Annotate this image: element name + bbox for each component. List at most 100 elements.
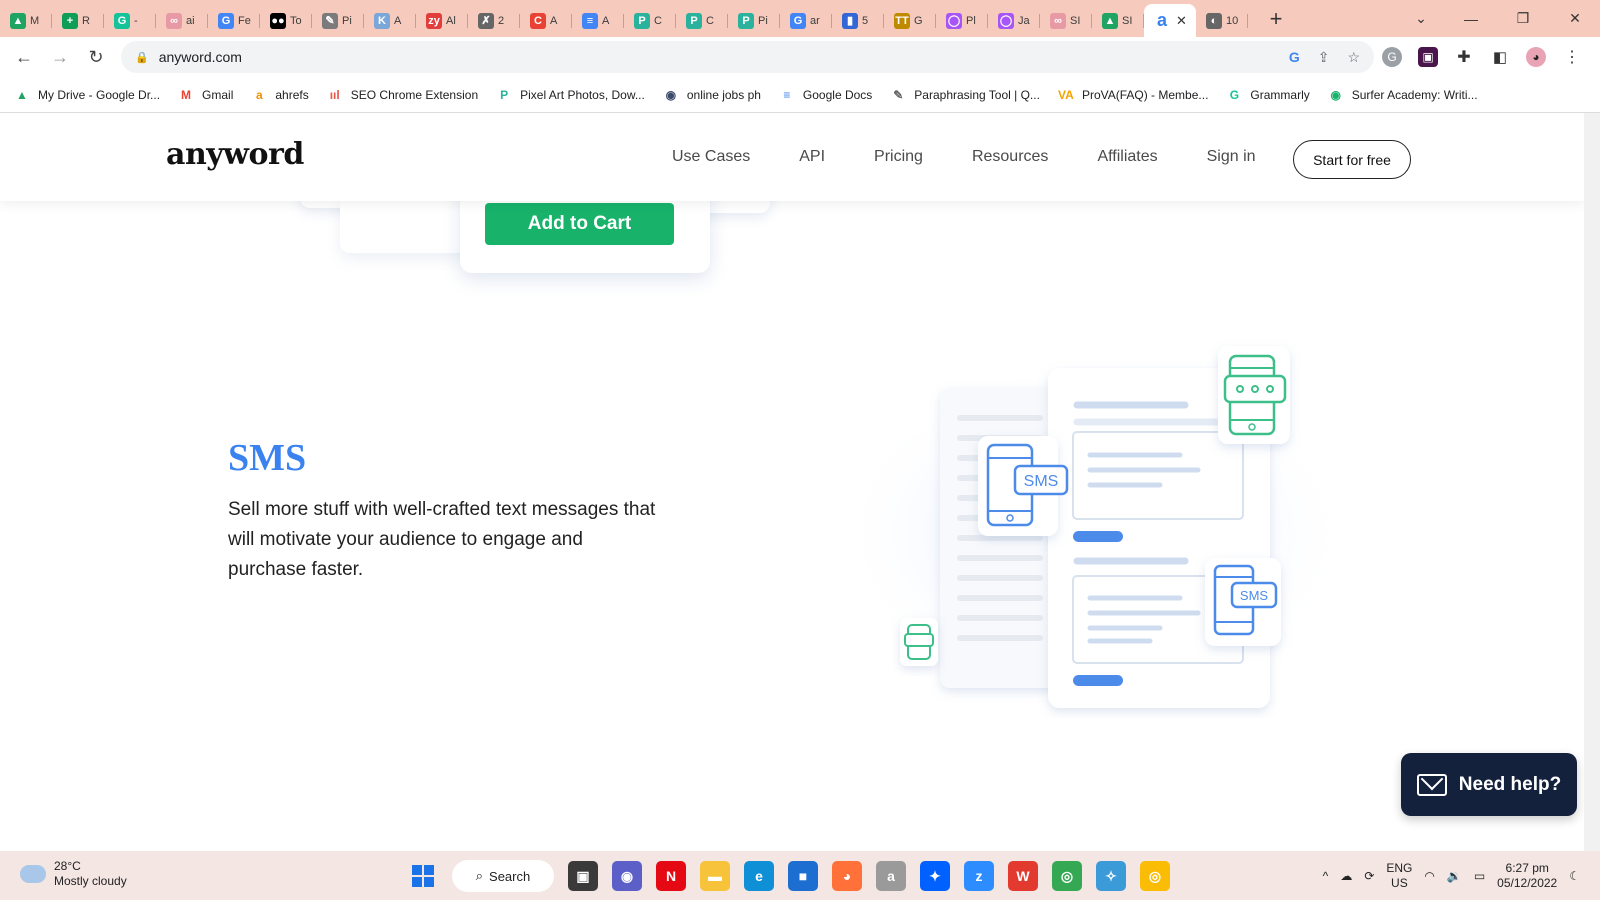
- bookmark-item[interactable]: ✎ Paraphrasing Tool | Q...: [890, 87, 1040, 103]
- wps-icon[interactable]: W: [1008, 861, 1038, 891]
- bookmark-item[interactable]: P Pixel Art Photos, Dow...: [496, 87, 645, 103]
- battery-icon[interactable]: ▭: [1474, 869, 1485, 883]
- dropbox-icon[interactable]: ✦: [920, 861, 950, 891]
- browser-tab[interactable]: ✗ 2: [468, 7, 520, 35]
- browser-tab[interactable]: ◯ Ja: [988, 7, 1040, 35]
- extensions-puzzle-icon[interactable]: ✚: [1454, 47, 1474, 67]
- browser-tab[interactable]: TT G: [884, 7, 936, 35]
- grammarly-extension-icon[interactable]: G: [1382, 47, 1402, 67]
- browser-tab[interactable]: PC: [624, 7, 676, 35]
- bookmark-star-icon[interactable]: ☆: [1347, 49, 1360, 66]
- chrome-profile-icon[interactable]: ◎: [1140, 861, 1170, 891]
- browser-tab[interactable]: ∞ ai: [156, 7, 208, 35]
- minimize-button[interactable]: —: [1448, 0, 1494, 37]
- section-title: SMS: [228, 437, 307, 479]
- bookmark-item[interactable]: VA ProVA(FAQ) - Membe...: [1058, 87, 1208, 103]
- start-for-free-button[interactable]: Start for free: [1293, 140, 1411, 179]
- back-button[interactable]: ←: [8, 41, 40, 73]
- zoom-icon[interactable]: z: [964, 861, 994, 891]
- active-browser-tab[interactable]: a ✕: [1144, 4, 1196, 37]
- anyword-logo[interactable]: anyword: [166, 137, 304, 172]
- url-text[interactable]: anyword.com: [159, 49, 242, 65]
- clock[interactable]: 6:27 pm 05/12/2022: [1497, 861, 1557, 891]
- browser-tab[interactable]: ✎ Pi: [312, 7, 364, 35]
- close-tab-icon[interactable]: ✕: [1176, 13, 1187, 29]
- browser-tab[interactable]: PC: [676, 7, 728, 35]
- bookmark-item[interactable]: ııl SEO Chrome Extension: [327, 87, 478, 103]
- tab-favicon-icon: K: [374, 12, 390, 29]
- browser-tab[interactable]: ∞ SI: [1040, 7, 1092, 35]
- google-lens-icon[interactable]: G: [1289, 49, 1300, 65]
- bookmark-favicon-icon: ✎: [893, 87, 904, 102]
- new-tab-button[interactable]: +: [1262, 6, 1290, 32]
- tab-search-dropdown[interactable]: ⌄: [1398, 0, 1444, 37]
- close-window-button[interactable]: ✕: [1552, 0, 1598, 37]
- file-explorer-icon[interactable]: ▬: [700, 861, 730, 891]
- extension-icon[interactable]: ▣: [1418, 47, 1438, 67]
- tab-favicon-icon: P: [738, 12, 754, 29]
- browser-tab[interactable]: KA: [364, 7, 416, 35]
- share-icon[interactable]: ⇪: [1318, 49, 1330, 66]
- page-scrollbar[interactable]: [1584, 113, 1600, 851]
- chrome-icon[interactable]: ◎: [1052, 861, 1082, 891]
- nav-pricing[interactable]: Pricing: [874, 148, 923, 166]
- nav-affiliates[interactable]: Affiliates: [1097, 148, 1157, 166]
- browser-tab[interactable]: ▮ 5: [832, 7, 884, 35]
- browser-tab[interactable]: Gar: [780, 7, 832, 35]
- browser-tab[interactable]: P Pi: [728, 7, 780, 35]
- need-help-button[interactable]: Need help?: [1401, 753, 1577, 816]
- browser-tab[interactable]: ◐ 10: [1196, 7, 1248, 35]
- clock-date: 05/12/2022: [1497, 876, 1558, 890]
- browser-tab[interactable]: zy Al: [416, 7, 468, 35]
- browser-tab[interactable]: ◯ Pl: [936, 7, 988, 35]
- wifi-icon[interactable]: ◠: [1424, 869, 1434, 883]
- nav-resources[interactable]: Resources: [972, 148, 1048, 166]
- amazon-icon[interactable]: a: [876, 861, 906, 891]
- restore-button[interactable]: ❐: [1500, 0, 1546, 37]
- bookmark-item[interactable]: M Gmail: [178, 87, 233, 103]
- netflix-icon[interactable]: N: [656, 861, 686, 891]
- firefox-icon[interactable]: ◕: [832, 861, 862, 891]
- bookmark-item[interactable]: ≡ Google Docs: [779, 87, 872, 103]
- edge-icon[interactable]: e: [744, 861, 774, 891]
- lock-icon[interactable]: 🔒: [135, 51, 149, 64]
- taskbar-search[interactable]: ⌕ Search: [452, 860, 554, 892]
- windows-start-icon[interactable]: [408, 861, 438, 891]
- notifications-moon-icon[interactable]: ☾: [1569, 869, 1580, 883]
- browser-tab[interactable]: ▲ M: [0, 7, 52, 35]
- sms-illustration: SMS SMS: [860, 346, 1380, 708]
- bookmark-item[interactable]: ◉ online jobs ph: [663, 87, 761, 103]
- bookmark-item[interactable]: a ahrefs: [251, 87, 309, 103]
- store-icon[interactable]: ■: [788, 861, 818, 891]
- profile-avatar-icon[interactable]: ◕: [1526, 47, 1546, 67]
- bookmark-item[interactable]: G Grammarly: [1226, 87, 1310, 103]
- weather-widget[interactable]: 28°C Mostly cloudy: [18, 859, 127, 889]
- language-indicator[interactable]: ENG US: [1386, 861, 1412, 891]
- file-explorer-dark-icon[interactable]: ▣: [568, 861, 598, 891]
- onedrive-cloud-icon[interactable]: ☁: [1340, 869, 1352, 883]
- teams-icon[interactable]: ◉: [612, 861, 642, 891]
- bookmark-item[interactable]: ▲ My Drive - Google Dr...: [14, 87, 160, 103]
- nav-sign-in[interactable]: Sign in: [1207, 148, 1256, 166]
- browser-tab[interactable]: + R: [52, 7, 104, 35]
- app-blue-icon[interactable]: ✧: [1096, 861, 1126, 891]
- side-panel-icon[interactable]: ◧: [1490, 47, 1510, 67]
- sync-icon[interactable]: ⟳: [1364, 869, 1374, 883]
- nav-api[interactable]: API: [799, 148, 825, 166]
- show-hidden-icons-chevron-icon[interactable]: ^: [1323, 869, 1329, 883]
- browser-tab[interactable]: ≡ A: [572, 7, 624, 35]
- browser-tab[interactable]: G Fe: [208, 7, 260, 35]
- reload-button[interactable]: ↻: [80, 41, 112, 73]
- tab-favicon-icon: ▲: [1102, 12, 1118, 29]
- menu-kebab-icon[interactable]: ⋮: [1562, 47, 1582, 67]
- nav-use-cases[interactable]: Use Cases: [672, 148, 750, 166]
- browser-tab[interactable]: ●● To: [260, 7, 312, 35]
- tab-title: R: [82, 14, 90, 27]
- address-bar[interactable]: 🔒 anyword.com G ⇪ ☆: [121, 41, 1374, 73]
- forward-button[interactable]: →: [44, 41, 76, 73]
- browser-tab[interactable]: CA: [520, 7, 572, 35]
- browser-tab[interactable]: ▲ SI: [1092, 7, 1144, 35]
- browser-tab[interactable]: G-: [104, 7, 156, 35]
- bookmark-item[interactable]: ◉ Surfer Academy: Writi...: [1328, 87, 1478, 103]
- volume-icon[interactable]: 🔉: [1447, 869, 1462, 883]
